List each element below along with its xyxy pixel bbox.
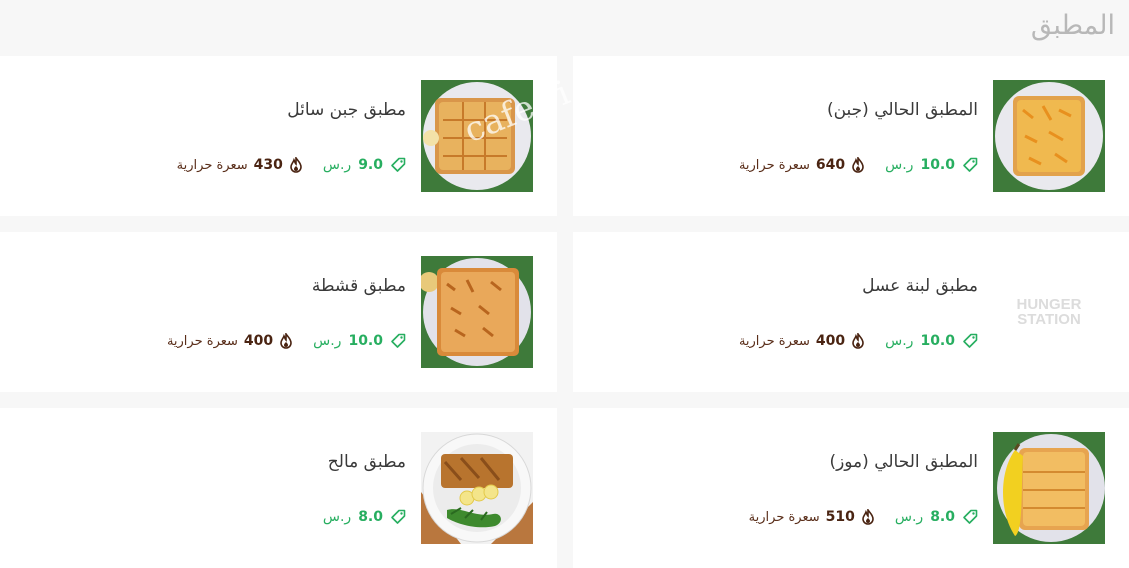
price-value: 9.0 bbox=[358, 157, 383, 173]
item-image bbox=[421, 432, 533, 544]
item-meta: 10.0 ر.س 640 سعرة حرارية bbox=[739, 157, 978, 173]
item-meta: 10.0 ر.س 400 سعرة حرارية bbox=[739, 333, 978, 349]
price: 10.0 ر.س bbox=[313, 333, 406, 349]
calories-label: سعرة حرارية bbox=[738, 333, 810, 349]
price-currency: ر.س bbox=[894, 509, 924, 525]
price-currency: ر.س bbox=[322, 157, 352, 173]
price-currency: ر.س bbox=[313, 333, 342, 349]
menu-item-card[interactable]: مطبق قشطة 10.0 ر.س 400 سعرة حرارية bbox=[0, 232, 557, 392]
hungerstation-logo: HUNGER STATION bbox=[1016, 296, 1082, 328]
flame-icon bbox=[851, 333, 865, 349]
item-name: مطبق جبن سائل bbox=[287, 100, 406, 120]
price-currency: ر.س bbox=[885, 333, 914, 349]
calories-value: 400 bbox=[243, 333, 274, 349]
price: 8.0 ر.س bbox=[323, 509, 406, 525]
item-name: مطبق قشطة bbox=[311, 276, 406, 296]
calories-value: 640 bbox=[815, 157, 846, 173]
flame-icon bbox=[279, 333, 293, 349]
calories-value: 400 bbox=[815, 333, 846, 349]
calories: 400 سعرة حرارية bbox=[739, 333, 865, 349]
price-tag-icon bbox=[390, 333, 406, 349]
item-meta: 8.0 ر.س 510 سعرة حرارية bbox=[749, 509, 978, 525]
section-title: المطبق bbox=[1030, 10, 1115, 41]
menu-item-card[interactable]: المطبق الحالي (جبن) 10.0 ر.س 640 سعرة حر… bbox=[573, 56, 1129, 216]
price-tag-icon bbox=[962, 333, 978, 349]
item-name: المطبق الحالي (جبن) bbox=[826, 100, 978, 120]
flame-icon bbox=[289, 157, 303, 173]
item-image bbox=[993, 432, 1105, 544]
item-image bbox=[421, 256, 533, 368]
calories-label: سعرة حرارية bbox=[166, 333, 238, 349]
price-currency: ر.س bbox=[322, 509, 352, 525]
calories-label: سعرة حرارية bbox=[748, 509, 820, 525]
price-value: 8.0 bbox=[930, 509, 955, 525]
calories: 430 سعرة حرارية bbox=[177, 157, 303, 173]
price-value: 10.0 bbox=[348, 333, 383, 349]
calories-label: سعرة حرارية bbox=[738, 157, 810, 173]
price-tag-icon bbox=[390, 509, 406, 525]
flame-icon bbox=[851, 157, 865, 173]
item-image-placeholder: HUNGER STATION bbox=[993, 256, 1105, 368]
menu-item-card[interactable]: HUNGER STATION مطبق لبنة عسل 10.0 ر.س 40… bbox=[573, 232, 1129, 392]
item-name: المطبق الحالي (موز) bbox=[829, 452, 978, 472]
price: 9.0 ر.س bbox=[323, 157, 406, 173]
price-tag-icon bbox=[962, 509, 978, 525]
calories: 400 سعرة حرارية bbox=[167, 333, 293, 349]
item-name: مطبق لبنة عسل bbox=[862, 276, 978, 296]
flame-icon bbox=[861, 509, 875, 525]
menu-item-card[interactable]: المطبق الحالي (موز) 8.0 ر.س 510 سعرة حرا… bbox=[573, 408, 1129, 568]
item-image bbox=[993, 80, 1105, 192]
price-value: 10.0 bbox=[920, 157, 955, 173]
calories-label: سعرة حرارية bbox=[176, 157, 248, 173]
calories-value: 510 bbox=[825, 509, 855, 525]
price: 10.0 ر.س bbox=[885, 333, 978, 349]
item-meta: 10.0 ر.س 400 سعرة حرارية bbox=[167, 333, 406, 349]
calories: 510 سعرة حرارية bbox=[749, 509, 875, 525]
price-currency: ر.س bbox=[885, 157, 914, 173]
price: 8.0 ر.س bbox=[895, 509, 978, 525]
price-value: 10.0 bbox=[920, 333, 955, 349]
price: 10.0 ر.س bbox=[885, 157, 978, 173]
item-image bbox=[421, 80, 533, 192]
item-name: مطبق مالح bbox=[327, 452, 406, 472]
price-tag-icon bbox=[390, 157, 406, 173]
menu-item-card[interactable]: مطبق جبن سائل 9.0 ر.س 430 سعرة حرارية bbox=[0, 56, 557, 216]
menu-item-card[interactable]: مطبق مالح 8.0 ر.س bbox=[0, 408, 557, 568]
price-tag-icon bbox=[962, 157, 978, 173]
calories: 640 سعرة حرارية bbox=[739, 157, 865, 173]
item-meta: 8.0 ر.س bbox=[323, 509, 406, 525]
item-meta: 9.0 ر.س 430 سعرة حرارية bbox=[177, 157, 406, 173]
calories-value: 430 bbox=[253, 157, 283, 173]
price-value: 8.0 bbox=[358, 509, 383, 525]
